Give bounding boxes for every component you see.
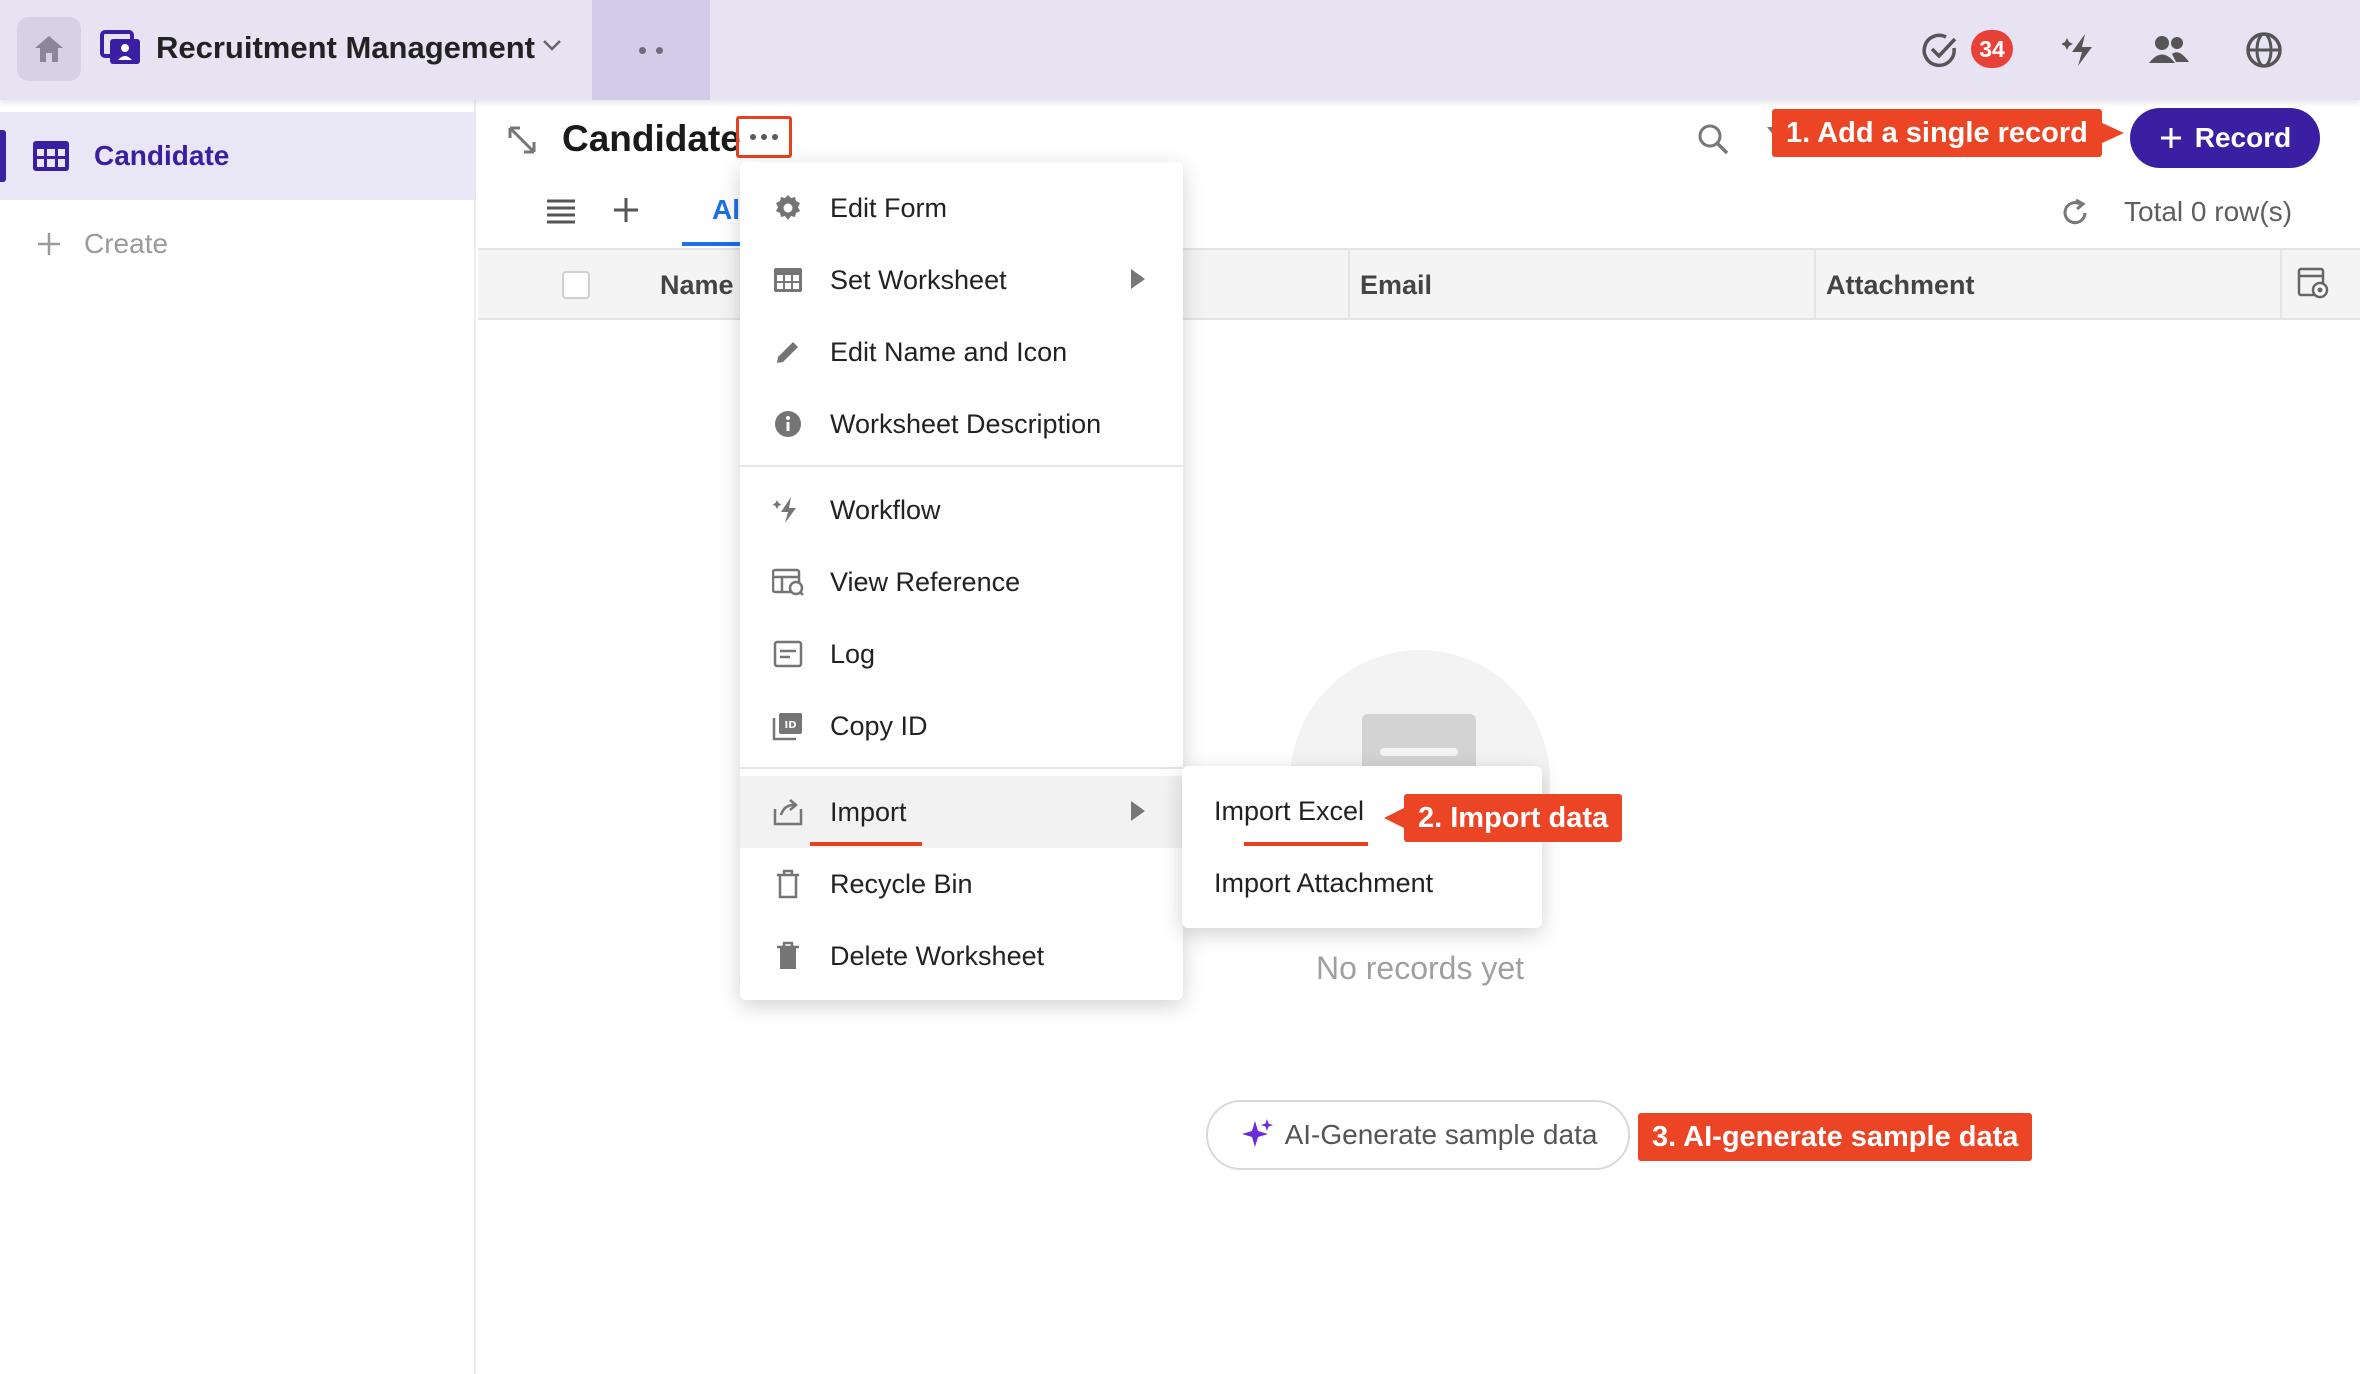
sidebar: Candidate Create xyxy=(0,100,476,1374)
annotation-import-data: 2. Import data xyxy=(1383,794,1623,842)
menu-item-label: Set Worksheet xyxy=(830,264,1007,295)
pencil-icon xyxy=(772,336,804,368)
sparkle-icon xyxy=(1241,1119,1273,1147)
menu-item-set-worksheet[interactable]: Set Worksheet xyxy=(740,244,1183,316)
menu-item-copy-id[interactable]: ID Copy ID xyxy=(740,690,1183,762)
active-tab-indicator xyxy=(682,242,742,246)
menu-item-label: Log xyxy=(830,638,876,669)
menu-item-label: Import xyxy=(830,796,907,827)
menu-item-edit-name-icon[interactable]: Edit Name and Icon xyxy=(740,316,1183,388)
contacts-icon[interactable] xyxy=(2148,30,2190,70)
search-icon[interactable] xyxy=(1696,122,1730,156)
column-visibility-icon[interactable] xyxy=(2296,266,2330,300)
copy-id-icon: ID xyxy=(772,710,804,742)
add-view-icon[interactable] xyxy=(612,196,640,224)
menu-item-log[interactable]: Log xyxy=(740,618,1183,690)
worksheet-grid-icon xyxy=(32,140,70,172)
highlight-underline xyxy=(1244,842,1368,846)
submenu-item-import-excel[interactable]: Import Excel xyxy=(1214,796,1364,827)
gear-icon xyxy=(772,192,804,224)
todo-check-icon[interactable] xyxy=(1920,30,1960,70)
info-icon xyxy=(772,408,804,440)
create-worksheet-button[interactable]: Create xyxy=(36,228,168,260)
trash-outline-icon xyxy=(772,868,804,900)
column-divider xyxy=(1814,250,1816,320)
notification-badge[interactable]: 34 xyxy=(1971,30,2013,68)
worksheet-title: Candidate xyxy=(562,118,741,159)
empty-state-message: No records yet xyxy=(1315,950,1525,986)
sidebar-item-label: Candidate xyxy=(94,140,230,171)
import-submenu: Import Excel Import Attachment xyxy=(1182,766,1542,928)
home-icon xyxy=(35,36,63,62)
active-indicator xyxy=(0,130,6,182)
annotation-add-record: 1. Add a single record xyxy=(1772,109,2124,157)
plus-icon xyxy=(2160,128,2181,148)
ai-generate-label: AI-Generate sample data xyxy=(1284,1119,1598,1150)
plus-icon xyxy=(38,233,60,255)
menu-item-label: View Reference xyxy=(830,566,1021,597)
add-record-button[interactable]: Record xyxy=(2130,108,2320,168)
menu-item-import[interactable]: Import xyxy=(740,776,1183,848)
column-header-name[interactable]: Name xyxy=(660,250,734,320)
reference-icon xyxy=(772,566,804,598)
app-switcher-dots[interactable] xyxy=(592,0,710,100)
annotation-ai-generate: 3. AI-generate sample data xyxy=(1638,1113,2033,1161)
import-icon xyxy=(772,796,804,828)
add-record-label: Record xyxy=(2194,122,2292,153)
app-icon xyxy=(100,30,142,66)
app-title[interactable]: Recruitment Management xyxy=(156,30,535,66)
ai-generate-sample-button[interactable]: AI-Generate sample data xyxy=(1206,1100,1630,1170)
view-list-icon[interactable] xyxy=(546,198,576,224)
refresh-icon[interactable] xyxy=(2060,198,2090,228)
trash-icon xyxy=(772,940,804,972)
grid-icon xyxy=(772,264,804,296)
menu-item-edit-form[interactable]: Edit Form xyxy=(740,172,1183,244)
submenu-item-import-attachment[interactable]: Import Attachment xyxy=(1214,868,1433,899)
automation-icon[interactable] xyxy=(2062,30,2102,70)
select-all-checkbox[interactable] xyxy=(562,271,590,299)
menu-item-label: Recycle Bin xyxy=(830,868,973,899)
menu-item-label: Worksheet Description xyxy=(830,408,1102,439)
worksheet-options-menu: Edit Form Set Worksheet Edit Name and Ic… xyxy=(740,162,1183,1000)
log-icon xyxy=(772,638,804,670)
menu-item-recycle-bin[interactable]: Recycle Bin xyxy=(740,848,1183,920)
create-label: Create xyxy=(84,228,169,259)
menu-divider xyxy=(740,465,1183,467)
lightning-icon xyxy=(772,494,804,526)
menu-item-label: Delete Worksheet xyxy=(830,940,1045,971)
column-divider xyxy=(1348,250,1350,320)
menu-item-label: Workflow xyxy=(830,494,941,525)
column-divider xyxy=(2280,250,2282,320)
sidebar-item-candidate[interactable]: Candidate xyxy=(0,112,476,200)
top-bar: Recruitment Management 34 xyxy=(0,0,2360,100)
total-rows: Total 0 row(s) xyxy=(2124,196,2293,227)
column-header-attachment[interactable]: Attachment xyxy=(1826,250,1975,320)
menu-item-label: Edit Form xyxy=(830,192,948,223)
menu-divider xyxy=(740,767,1183,769)
menu-item-view-reference[interactable]: View Reference xyxy=(740,546,1183,618)
expand-icon[interactable] xyxy=(506,124,538,156)
submenu-arrow-icon xyxy=(1131,269,1145,289)
column-header-email[interactable]: Email xyxy=(1360,250,1432,320)
globe-icon[interactable] xyxy=(2244,30,2284,70)
more-options-button[interactable] xyxy=(736,116,792,158)
menu-item-delete-worksheet[interactable]: Delete Worksheet xyxy=(740,920,1183,992)
highlight-underline xyxy=(810,842,922,846)
home-button[interactable] xyxy=(17,17,81,81)
menu-item-label: Copy ID xyxy=(830,710,928,741)
menu-item-label: Edit Name and Icon xyxy=(830,336,1068,367)
svg-text:ID: ID xyxy=(784,720,796,731)
submenu-arrow-icon xyxy=(1131,801,1145,821)
menu-item-worksheet-description[interactable]: Worksheet Description xyxy=(740,388,1183,460)
menu-item-workflow[interactable]: Workflow xyxy=(740,474,1183,546)
chevron-down-icon[interactable] xyxy=(542,38,562,52)
